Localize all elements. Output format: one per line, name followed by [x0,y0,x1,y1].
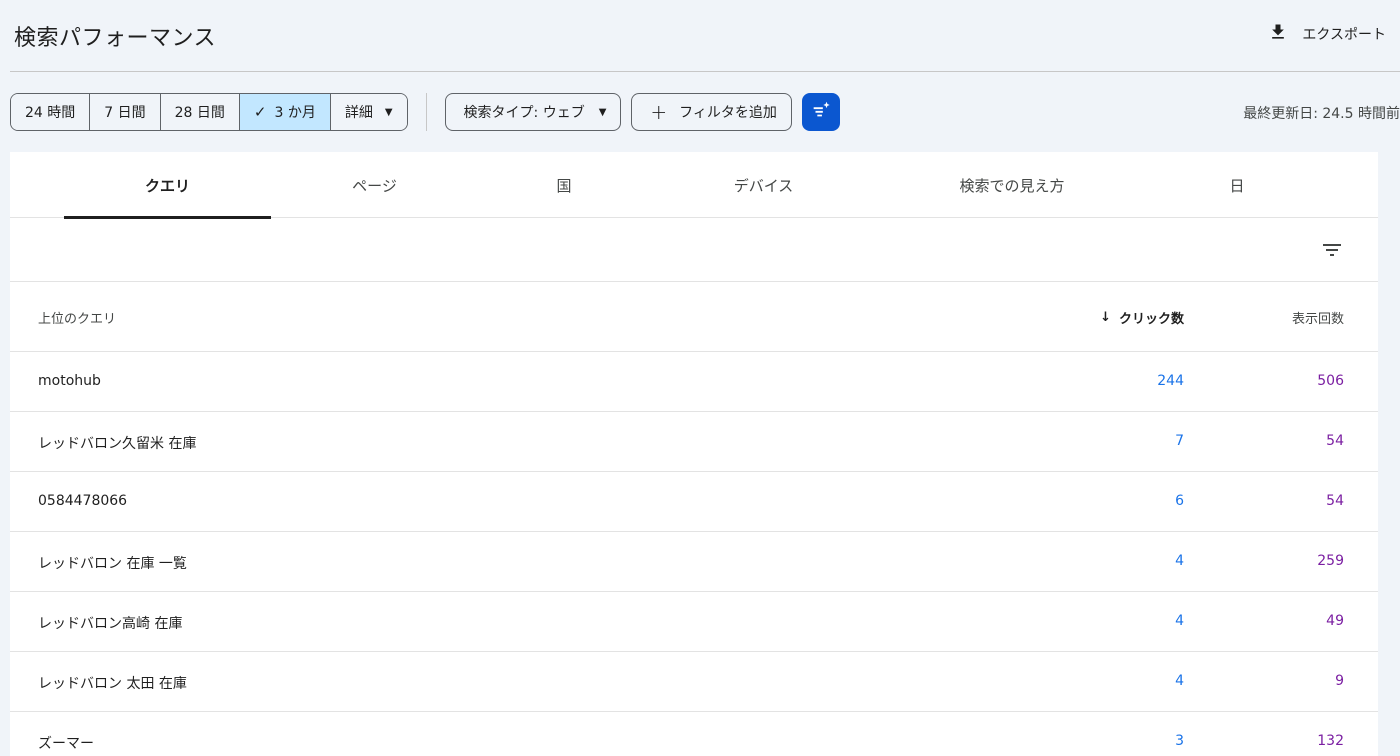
export-button[interactable]: エクスポート [1268,22,1386,46]
last-updated: 最終更新日: 24.5 時間前 [1243,106,1400,122]
table-row[interactable]: レッドバロン久留米 在庫 7 54 [10,412,1378,472]
tab-label: ページ [352,176,397,195]
plus-icon: + [650,100,668,124]
tab-label: デバイス [733,176,794,195]
arrow-down-icon: ↓ [1100,310,1111,325]
date-range-label: 詳細 [344,105,373,121]
impressions-cell: 54 [1326,433,1344,449]
table-row[interactable]: レッドバロン 太田 在庫 4 9 [10,652,1378,712]
query-cell: ズーマー [38,736,94,752]
tab-label: 日 [1229,176,1245,195]
date-range-28d[interactable]: 28 日間 [160,94,240,130]
column-header-impressions[interactable]: 表示回数 [1292,308,1344,327]
query-cell: レッドバロン 太田 在庫 [38,676,187,692]
table-header: 上位のクエリ ↓ クリック数 表示回数 [10,282,1378,352]
tab-search-appearance[interactable]: 検索での見え方 [877,152,1147,218]
header: 検索パフォーマンス エクスポート [10,0,1400,72]
impressions-cell: 49 [1326,613,1344,629]
tab-label: クエリ [144,176,190,195]
query-cell: レッドバロン久留米 在庫 [38,436,197,452]
search-type-filter[interactable]: 検索タイプ: ウェブ ▼ [444,93,622,131]
query-cell: motohub [38,373,101,389]
clicks-cell: 7 [1175,433,1184,449]
date-range-selector: 24 時間 7 日間 28 日間 ✓ 3 か月 詳細 ▼ [10,93,408,131]
tab-label: 国 [556,176,572,195]
query-cell: レッドバロン高崎 在庫 [38,616,183,632]
date-range-label: 28 日間 [174,105,225,121]
table-row[interactable]: 0584478066 6 54 [10,472,1378,532]
clicks-cell: 4 [1175,553,1184,569]
clicks-cell: 6 [1175,493,1184,509]
table-row[interactable]: motohub 244 506 [10,352,1378,412]
column-header-clicks[interactable]: ↓ クリック数 [1100,308,1184,327]
date-range-24h[interactable]: 24 時間 [11,94,91,130]
impressions-cell: 9 [1335,673,1344,689]
tab-devices[interactable]: デバイス [650,152,877,218]
query-cell: 0584478066 [38,493,128,509]
dimension-tabs: クエリ ページ 国 デバイス 検索での見え方 日 [10,152,1378,219]
impressions-cell: 259 [1317,553,1344,569]
toolbar: 24 時間 7 日間 28 日間 ✓ 3 か月 詳細 ▼ 検索タイプ: ウェブ … [10,93,1400,131]
impressions-cell: 132 [1317,733,1344,749]
table-row[interactable]: レッドバロン 在庫 一覧 4 259 [10,532,1378,592]
date-range-3m[interactable]: ✓ 3 か月 [239,94,331,130]
date-range-label: 7 日間 [104,105,146,121]
page: 検索パフォーマンス エクスポート 24 時間 7 日間 28 日間 ✓ 3 か月… [0,0,1400,756]
date-range-label: 24 時間 [25,105,76,121]
caret-down-icon: ▼ [384,106,393,118]
clicks-cell: 4 [1175,673,1184,689]
column-header-clicks-label: クリック数 [1118,312,1184,327]
tab-dates[interactable]: 日 [1147,152,1327,218]
search-type-label: 検索タイプ: ウェブ [463,105,585,121]
clicks-cell: 244 [1157,373,1184,389]
results-card: クエリ ページ 国 デバイス 検索での見え方 日 上位のクエリ ↓ クリック数 … [10,152,1378,756]
download-icon [1268,22,1288,46]
clicks-cell: 4 [1175,613,1184,629]
sparkle-filter-icon [810,99,832,125]
date-range-custom[interactable]: 詳細 ▼ [330,94,407,130]
query-cell: レッドバロン 在庫 一覧 [38,556,187,572]
page-title: 検索パフォーマンス [14,26,217,51]
toolbar-divider [425,93,427,131]
table-row[interactable]: ズーマー 3 132 [10,712,1378,756]
table-row[interactable]: レッドバロン高崎 在庫 4 49 [10,592,1378,652]
add-filter-button[interactable]: + フィルタを追加 [631,93,792,131]
impressions-cell: 506 [1317,373,1344,389]
ai-filter-button[interactable] [801,93,840,131]
tab-countries[interactable]: 国 [478,152,650,218]
tab-queries[interactable]: クエリ [64,152,271,219]
add-filter-label: フィルタを追加 [679,105,777,121]
clicks-cell: 3 [1175,733,1184,749]
column-header-query: 上位のクエリ [38,312,117,327]
caret-down-icon: ▼ [598,106,607,118]
date-range-label: 3 か月 [274,105,316,121]
table-filter-row [10,218,1378,282]
impressions-cell: 54 [1326,493,1344,509]
date-range-7d[interactable]: 7 日間 [90,94,161,130]
filter-list-icon[interactable] [1320,238,1344,262]
tab-label: 検索での見え方 [959,176,1065,195]
tab-pages[interactable]: ページ [271,152,478,218]
export-label: エクスポート [1302,27,1386,43]
check-icon: ✓ [253,103,267,121]
